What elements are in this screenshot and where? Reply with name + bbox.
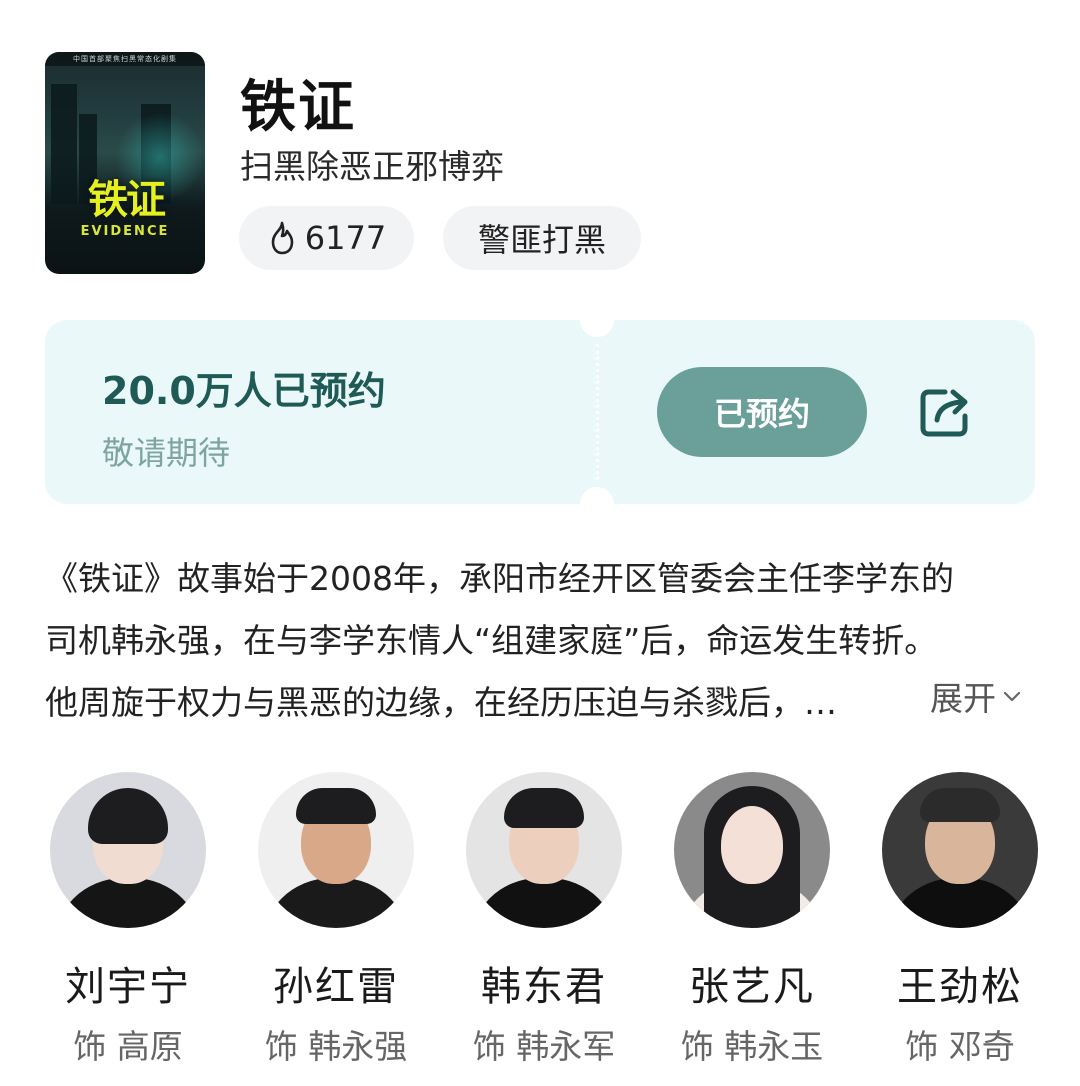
avatar: [466, 772, 622, 928]
avatar: [882, 772, 1038, 928]
avatar: [50, 772, 206, 928]
reservation-card: 20.0万人已预约 敬请期待 已预约: [45, 320, 1035, 504]
avatar-body: [53, 878, 203, 928]
avatar: [674, 772, 830, 928]
description-line: 《铁证》故事始于2008年，承阳市经开区管委会主任李学东的: [45, 559, 954, 598]
expand-button[interactable]: 展开: [930, 672, 1024, 720]
avatar-body: [261, 878, 411, 928]
show-title: 铁证: [240, 75, 356, 140]
cast-member[interactable]: 张艺凡 饰 韩永玉: [652, 772, 852, 1068]
avatar-body: [469, 878, 619, 928]
ticket-notch: [580, 320, 614, 337]
avatar-head: [721, 806, 783, 884]
show-description: 《铁证》故事始于2008年，承阳市经开区管委会主任李学东的 司机韩永强，在与李学…: [45, 548, 1040, 734]
reservation-hint: 敬请期待: [102, 434, 231, 472]
cast-role: 饰 邓奇: [905, 1027, 1015, 1066]
cast-role: 饰 韩永玉: [680, 1027, 824, 1066]
avatar-hair: [296, 788, 376, 824]
share-icon[interactable]: [915, 382, 975, 442]
cast-role: 饰 高原: [73, 1027, 183, 1066]
genre-tag-chip[interactable]: 警匪打黑: [443, 206, 641, 270]
description-line: 司机韩永强，在与李学东情人“组建家庭”后，命运发生转折。: [45, 621, 938, 660]
genre-tag-label: 警匪打黑: [477, 221, 606, 259]
cast-role: 饰 韩永强: [264, 1027, 408, 1066]
avatar-hair: [920, 788, 1000, 822]
cast-member[interactable]: 韩东君 饰 韩永军: [444, 772, 644, 1068]
poster-top-text: 中国首部聚焦扫黑常态化剧集: [45, 52, 205, 66]
avatar-body: [885, 878, 1035, 928]
cast-list: 刘宇宁 饰 高原 孙红雷 饰 韩永强 韩东君 饰 韩永军 张艺凡 饰 韩永玉 王…: [0, 772, 1080, 1072]
poster-english-title: EVIDENCE: [80, 224, 170, 239]
heat-value: 6177: [304, 219, 387, 257]
reserved-button[interactable]: 已预约: [657, 367, 867, 457]
cast-name: 孙红雷: [273, 964, 399, 1010]
avatar-hair: [504, 788, 584, 828]
show-poster[interactable]: 中国首部聚焦扫黑常态化剧集 铁证 EVIDENCE: [45, 52, 205, 274]
avatar-hair: [88, 788, 168, 844]
flame-icon: [271, 221, 294, 255]
cast-name: 刘宇宁: [65, 964, 191, 1010]
poster-title: 铁证: [88, 177, 166, 223]
cast-member[interactable]: 孙红雷 饰 韩永强: [236, 772, 436, 1068]
ticket-notch: [580, 487, 614, 504]
description-line: 他周旋于权力与黑恶的边缘，在经历压迫与杀戮后，…: [45, 683, 837, 722]
avatar: [258, 772, 414, 928]
cast-member[interactable]: 王劲松 饰 邓奇: [860, 772, 1060, 1068]
heat-chip[interactable]: 6177: [239, 206, 414, 270]
ticket-divider: [596, 344, 599, 480]
cast-name: 韩东君: [481, 964, 607, 1010]
expand-label: 展开: [930, 679, 996, 718]
reservation-count: 20.0万人已预约: [102, 369, 386, 413]
show-subtitle: 扫黑除恶正邪博弈: [240, 147, 504, 186]
cast-role: 饰 韩永军: [472, 1027, 616, 1066]
chevron-down-icon: [1003, 691, 1021, 702]
cast-name: 王劲松: [897, 964, 1023, 1010]
cast-name: 张艺凡: [689, 964, 815, 1010]
cast-member[interactable]: 刘宇宁 饰 高原: [28, 772, 228, 1068]
